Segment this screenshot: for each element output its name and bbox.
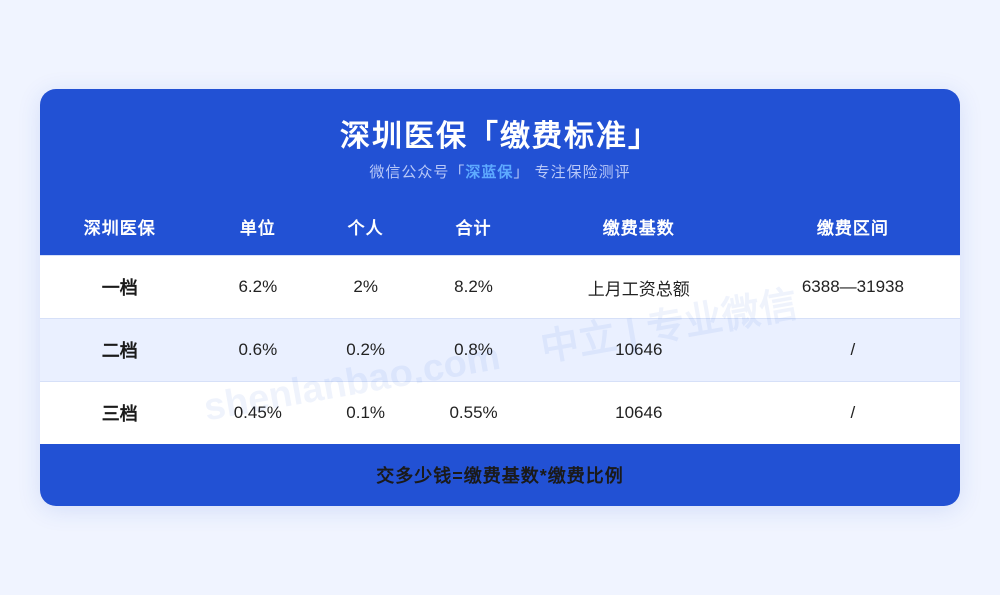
row3-unit: 0.45% [200, 381, 316, 444]
table-container: shenlanbao.com 中立 | 专业微信 深圳医保 单位 个人 合计 缴… [40, 198, 960, 506]
row3-tier: 三档 [40, 381, 200, 444]
row2-total: 0.8% [415, 318, 531, 381]
col-header-unit: 单位 [200, 198, 316, 255]
card-header: 深圳医保「缴费标准」 微信公众号「深蓝保」 专注保险测评 [40, 89, 960, 198]
table-footer-row: 交多少钱=缴费基数*缴费比例 [40, 444, 960, 506]
col-header-range: 缴费区间 [746, 198, 960, 255]
row1-unit: 6.2% [200, 255, 316, 318]
table-row: 一档 6.2% 2% 8.2% 上月工资总额 6388—31938 [40, 255, 960, 318]
subtitle-highlight: 深蓝保 [465, 164, 513, 181]
main-card: 深圳医保「缴费标准」 微信公众号「深蓝保」 专注保险测评 shenlanbao.… [40, 89, 960, 506]
row1-tier: 一档 [40, 255, 200, 318]
row1-total: 8.2% [415, 255, 531, 318]
col-header-personal: 个人 [316, 198, 415, 255]
row1-range: 6388—31938 [746, 255, 960, 318]
row1-base: 上月工资总额 [532, 255, 746, 318]
col-header-total: 合计 [415, 198, 531, 255]
row2-range: / [746, 318, 960, 381]
row2-tier: 二档 [40, 318, 200, 381]
row2-unit: 0.6% [200, 318, 316, 381]
table-row: 二档 0.6% 0.2% 0.8% 10646 / [40, 318, 960, 381]
subtitle-prefix: 微信公众号「 [369, 164, 465, 181]
subtitle-suffix: 」 专注保险测评 [513, 164, 630, 181]
row3-range: / [746, 381, 960, 444]
row3-base: 10646 [532, 381, 746, 444]
col-header-base: 缴费基数 [532, 198, 746, 255]
subtitle: 微信公众号「深蓝保」 专注保险测评 [40, 161, 960, 182]
table-row: 三档 0.45% 0.1% 0.55% 10646 / [40, 381, 960, 444]
row2-base: 10646 [532, 318, 746, 381]
data-table: 深圳医保 单位 个人 合计 缴费基数 缴费区间 一档 6.2% 2% 8.2% … [40, 198, 960, 506]
row2-personal: 0.2% [316, 318, 415, 381]
table-header-row: 深圳医保 单位 个人 合计 缴费基数 缴费区间 [40, 198, 960, 255]
col-header-tier: 深圳医保 [40, 198, 200, 255]
main-title: 深圳医保「缴费标准」 [40, 111, 960, 155]
row1-personal: 2% [316, 255, 415, 318]
row3-personal: 0.1% [316, 381, 415, 444]
row3-total: 0.55% [415, 381, 531, 444]
footer-text: 交多少钱=缴费基数*缴费比例 [40, 444, 960, 506]
